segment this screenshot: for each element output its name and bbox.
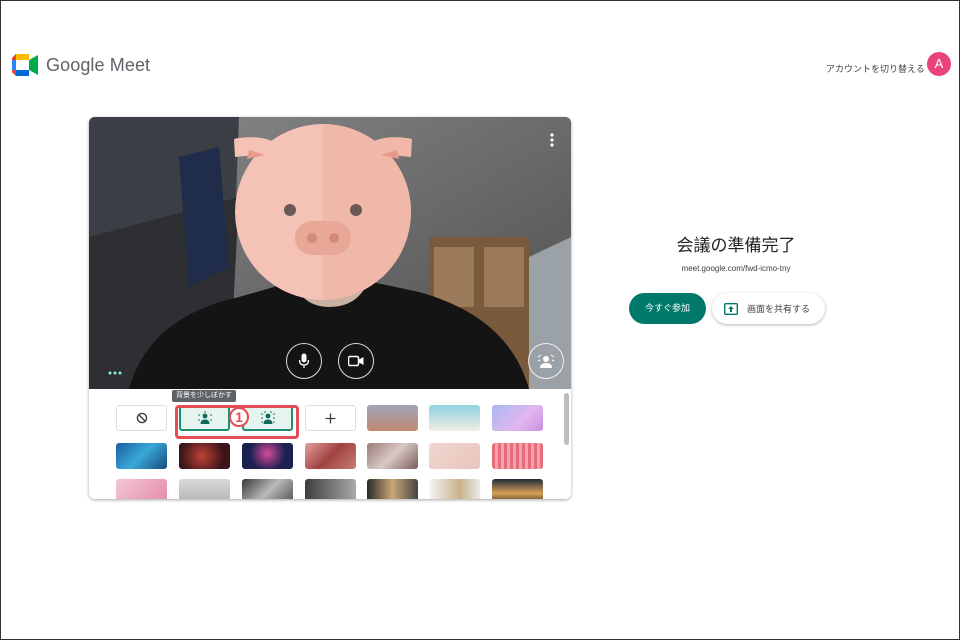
video-camera-icon bbox=[348, 355, 364, 367]
background-thumbnail[interactable] bbox=[429, 443, 480, 469]
background-thumbnail[interactable] bbox=[179, 479, 230, 499]
background-thumbnail[interactable] bbox=[305, 443, 356, 469]
microphone-button[interactable] bbox=[286, 343, 322, 379]
visual-effects-dots-icon[interactable] bbox=[108, 370, 122, 376]
top-bar: Google Meet アカウントを切り替える A bbox=[1, 1, 959, 131]
background-effects-tray: 背景を少しぼかす 1 bbox=[89, 389, 571, 499]
avatar[interactable]: A bbox=[927, 52, 951, 76]
background-thumbnail[interactable] bbox=[367, 405, 418, 431]
tray-scrollbar[interactable] bbox=[564, 393, 569, 445]
background-thumbnail[interactable] bbox=[492, 443, 543, 469]
slight-blur-tile[interactable] bbox=[179, 405, 230, 431]
background-thumbnail[interactable] bbox=[492, 405, 543, 431]
camera-button[interactable] bbox=[338, 343, 374, 379]
meeting-url: meet.google.com/fwd-icmo-tny bbox=[681, 264, 791, 273]
camera-preview bbox=[89, 117, 571, 389]
background-blur-person-icon bbox=[537, 354, 555, 368]
add-background-tile[interactable] bbox=[305, 405, 356, 431]
switch-account-link[interactable]: アカウントを切り替える bbox=[826, 62, 925, 75]
no-effect-icon bbox=[136, 412, 147, 424]
background-thumbnail[interactable] bbox=[116, 479, 167, 499]
slight-blur-icon bbox=[197, 411, 212, 424]
full-blur-tile[interactable] bbox=[242, 405, 293, 431]
ready-title: 会議の準備完了 bbox=[676, 236, 796, 255]
background-effects-button[interactable] bbox=[528, 343, 564, 379]
self-preview-card: 背景を少しぼかす 1 bbox=[89, 117, 571, 499]
google-meet-logo bbox=[12, 54, 38, 76]
more-options-icon[interactable] bbox=[545, 131, 559, 149]
join-now-button[interactable]: 今すぐ参加 bbox=[629, 293, 706, 324]
background-thumbnail[interactable] bbox=[367, 443, 418, 469]
present-screen-button[interactable]: 画面を共有する bbox=[712, 293, 825, 324]
background-thumbnail[interactable] bbox=[242, 443, 293, 469]
camera-feed-image bbox=[89, 117, 571, 389]
annotation-number-badge: 1 bbox=[229, 407, 249, 427]
no-effect-tile[interactable] bbox=[116, 405, 167, 431]
present-screen-icon bbox=[724, 302, 738, 315]
background-thumbnail[interactable] bbox=[429, 405, 480, 431]
background-thumbnail[interactable] bbox=[367, 479, 418, 499]
tooltip: 背景を少しぼかす bbox=[172, 390, 236, 402]
microphone-icon bbox=[298, 353, 310, 368]
background-thumbnail[interactable] bbox=[492, 479, 543, 499]
full-blur-icon bbox=[260, 411, 275, 424]
background-thumbnail[interactable] bbox=[116, 443, 167, 469]
app-name: Google Meet bbox=[46, 55, 151, 75]
plus-icon bbox=[325, 413, 336, 423]
background-thumbnail[interactable] bbox=[305, 479, 356, 499]
background-thumbnail[interactable] bbox=[242, 479, 293, 499]
background-thumbnail[interactable] bbox=[429, 479, 480, 499]
present-screen-label: 画面を共有する bbox=[747, 304, 811, 314]
background-thumbnail[interactable] bbox=[179, 443, 230, 469]
